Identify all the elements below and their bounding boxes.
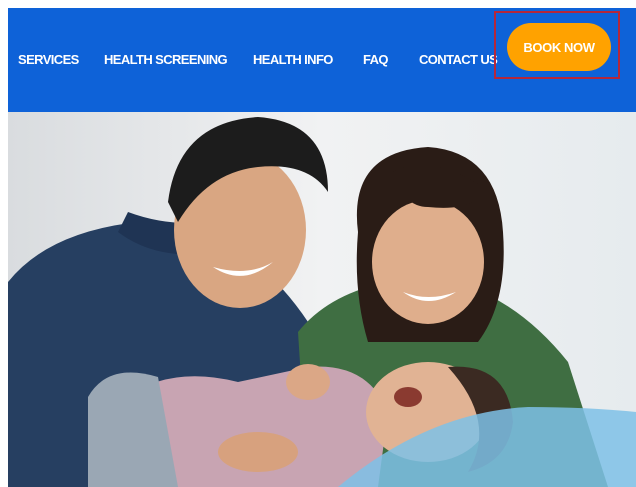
hero-family-photo bbox=[8, 112, 636, 487]
nav-item-services[interactable]: SERVICES bbox=[18, 52, 79, 67]
nav-item-contact-us[interactable]: CONTACT US bbox=[419, 52, 498, 67]
family-illustration bbox=[8, 112, 636, 487]
book-now-highlight-box bbox=[494, 11, 620, 79]
nav-item-health-screening[interactable]: HEALTH SCREENING bbox=[104, 52, 228, 67]
nav-item-health-info[interactable]: HEALTH INFO bbox=[253, 52, 333, 67]
nav-item-faq[interactable]: FAQ bbox=[363, 52, 389, 67]
